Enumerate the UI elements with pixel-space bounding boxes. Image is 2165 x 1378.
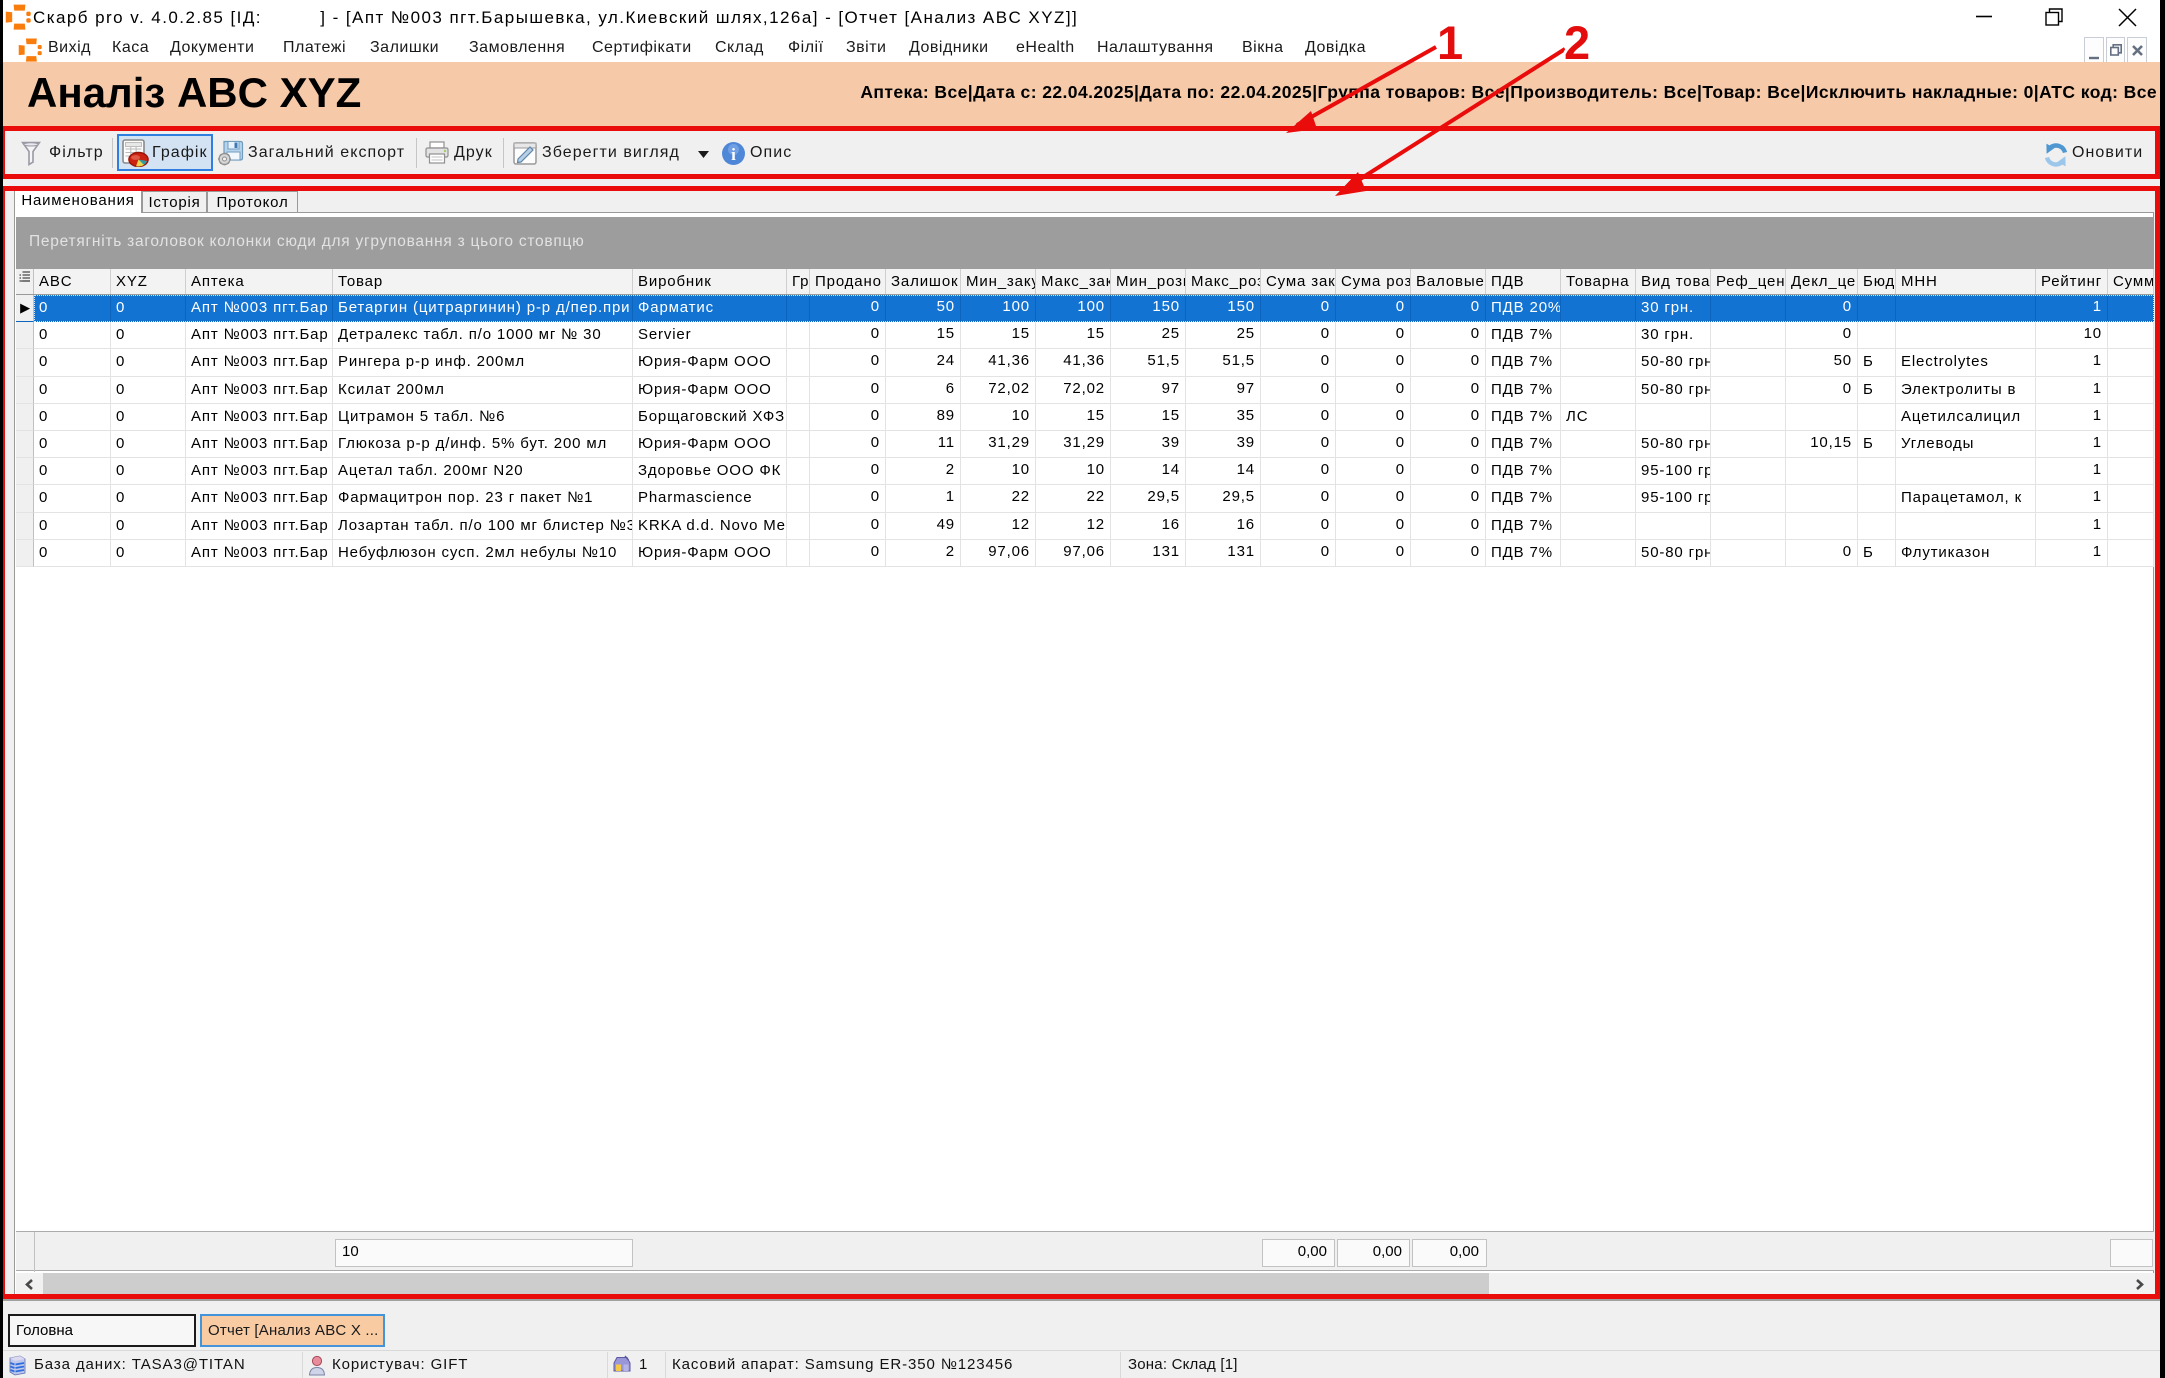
svg-text:1: 1 bbox=[1437, 16, 1463, 69]
svg-text:i: i bbox=[731, 145, 736, 164]
svg-text:2: 2 bbox=[1564, 16, 1590, 69]
